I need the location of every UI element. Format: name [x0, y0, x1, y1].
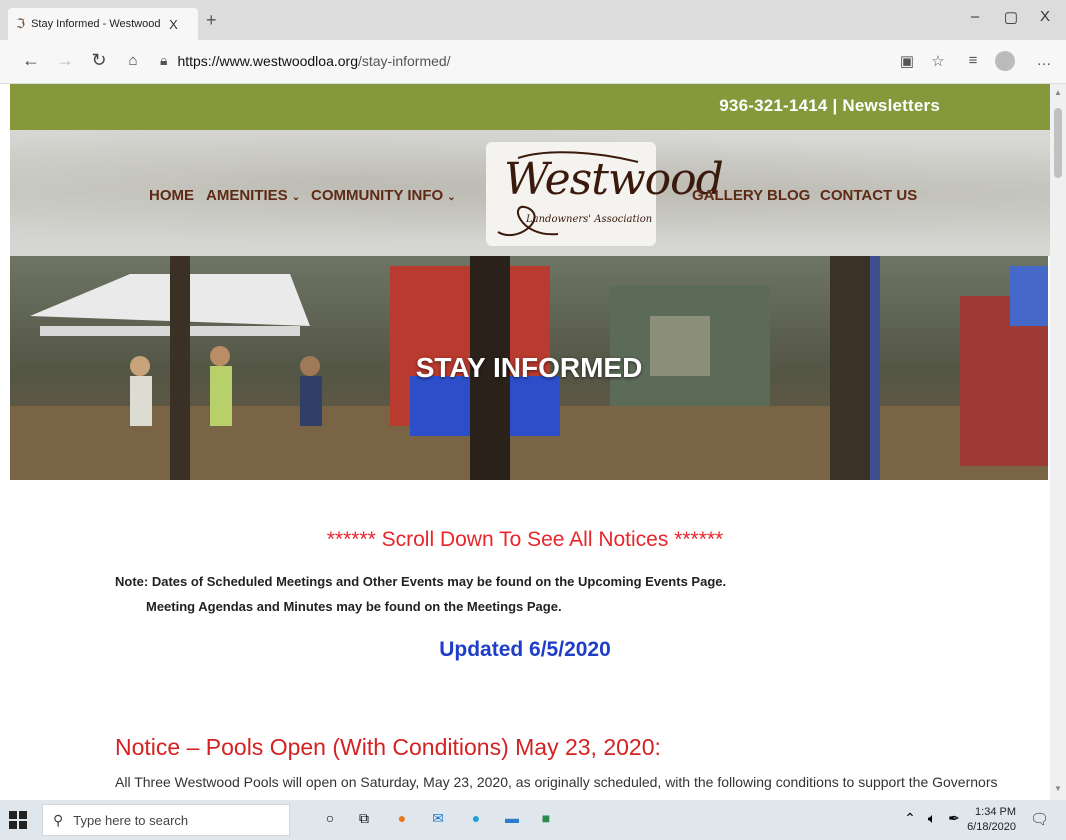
site-top-bar: 936-321-1414 | Newsletters [10, 84, 1050, 130]
close-window-button[interactable]: X [1030, 8, 1060, 25]
browser-tab[interactable]: ℑ Stay Informed - Westwood Land X [8, 8, 198, 40]
restore-button[interactable]: ▢ [996, 8, 1026, 26]
favorite-star-icon[interactable]: ☆ [926, 52, 950, 70]
volume-muted-icon[interactable]: 🔈︎ [922, 810, 942, 830]
main-content: ****** Scroll Down To See All Notices **… [0, 480, 1050, 800]
scroll-up-icon[interactable]: ▲ [1054, 88, 1062, 97]
tray-chevron-up-icon[interactable]: ⌃ [900, 810, 920, 830]
task-view-icon[interactable]: ⧉ [354, 810, 374, 830]
page-title: STAY INFORMED [415, 352, 643, 383]
search-placeholder: Type here to search [73, 812, 189, 828]
tab-title: Stay Informed - Westwood Land [31, 18, 161, 30]
profile-avatar[interactable] [995, 51, 1015, 71]
nav-community-label: COMMUNITY INFO [311, 187, 444, 204]
notice-heading: Notice – Pools Open (With Conditions) Ma… [115, 734, 661, 760]
publisher-icon[interactable]: ■ [536, 810, 556, 830]
tab-close-button[interactable]: X [169, 17, 178, 32]
refresh-icon[interactable]: ↻ [86, 50, 112, 71]
mail-icon[interactable]: ✉ [428, 810, 448, 830]
taskbar-search-input[interactable]: ⚲ Type here to search [42, 804, 290, 836]
scroll-thumb[interactable] [1054, 108, 1062, 178]
favorites-list-icon[interactable]: ≡ [961, 52, 985, 69]
file-explorer-icon[interactable]: ▬ [502, 810, 522, 830]
clock-date: 6/18/2020 [967, 821, 1016, 833]
lock-icon: 🔒︎ [160, 52, 168, 68]
notice-body: All Three Westwood Pools will open on Sa… [115, 774, 998, 790]
logo-name: Westwood [504, 154, 724, 205]
newsletters-link[interactable]: Newsletters [842, 96, 940, 115]
page-scrollbar[interactable]: ▲ ▼ [1050, 84, 1066, 800]
site-favicon-icon: ℑ [16, 16, 26, 31]
windows-start-icon[interactable] [8, 810, 28, 830]
updated-date: Updated 6/5/2020 [439, 638, 611, 661]
nav-amenities[interactable]: AMENITIES ⌄ [206, 187, 300, 204]
back-arrow-icon[interactable]: ← [18, 50, 44, 71]
new-tab-button[interactable]: + [206, 10, 217, 31]
chevron-down-icon: ⌄ [291, 192, 301, 203]
search-icon: ⚲ [53, 811, 64, 828]
edge-icon[interactable]: ● [466, 810, 486, 830]
more-menu-button[interactable]: … [1032, 52, 1056, 69]
clock-time: 1:34 PM [975, 806, 1016, 818]
nav-home[interactable]: HOME [149, 187, 194, 204]
home-icon[interactable]: ⌂ [120, 52, 146, 69]
url-field[interactable]: 🔒︎ https://www.westwoodloa.org/stay-info… [160, 52, 451, 69]
top-bar-separator: | [827, 96, 843, 115]
cortana-icon[interactable]: ○ [320, 810, 340, 830]
minimize-button[interactable]: – [960, 8, 990, 25]
address-bar: ← → ↻ ⌂ 🔒︎ https://www.westwoodloa.org/s… [0, 40, 1066, 84]
top-bar-text: 936-321-1414 | Newsletters [719, 96, 940, 116]
web-page: 936-321-1414 | Newsletters HOME AMENITIE… [0, 84, 1050, 800]
scroll-down-icon[interactable]: ▼ [1054, 784, 1062, 793]
logo-subtitle: Landowners' Association [526, 214, 653, 225]
phone-number[interactable]: 936-321-1414 [719, 96, 827, 115]
browser-tab-bar: ℑ Stay Informed - Westwood Land X + – ▢ … [0, 0, 1066, 40]
site-header: HOME AMENITIES ⌄ COMMUNITY INFO ⌄ Westwood… [10, 130, 1050, 256]
forward-arrow-icon[interactable]: → [52, 50, 78, 71]
chrome-icon[interactable]: ● [392, 810, 412, 830]
chevron-down-icon: ⌄ [447, 192, 456, 203]
notifications-icon[interactable]: 🗨︎ [1030, 810, 1049, 828]
nav-community-info[interactable]: COMMUNITY INFO ⌄ [311, 187, 456, 204]
nav-gallery[interactable]: GALLERY [692, 187, 763, 204]
events-note: Note: Dates of Scheduled Meetings and Ot… [115, 574, 727, 589]
meetings-note: Meeting Agendas and Minutes may be found… [146, 599, 562, 614]
nav-amenities-label: AMENITIES [206, 187, 288, 204]
nav-blog[interactable]: BLOG [767, 187, 810, 204]
westwood-logo[interactable]: Westwood Landowners' Association [486, 142, 724, 246]
hero-banner: STAY INFORMED [10, 256, 1048, 480]
url-path: /stay-informed/ [357, 52, 451, 69]
windows-taskbar: ⚲ Type here to search ○ ⧉ ● ✉ ● ▬ ■ ⌃ 🔈︎… [0, 800, 1066, 840]
reading-view-icon[interactable]: ▣ [895, 52, 919, 70]
url-host: https://www.westwoodloa.org [177, 52, 358, 69]
system-clock[interactable]: 1:34 PM 6/18/2020 [960, 805, 1016, 835]
nav-contact-us[interactable]: CONTACT US [820, 187, 917, 204]
scroll-down-notice: ****** Scroll Down To See All Notices **… [326, 528, 724, 551]
